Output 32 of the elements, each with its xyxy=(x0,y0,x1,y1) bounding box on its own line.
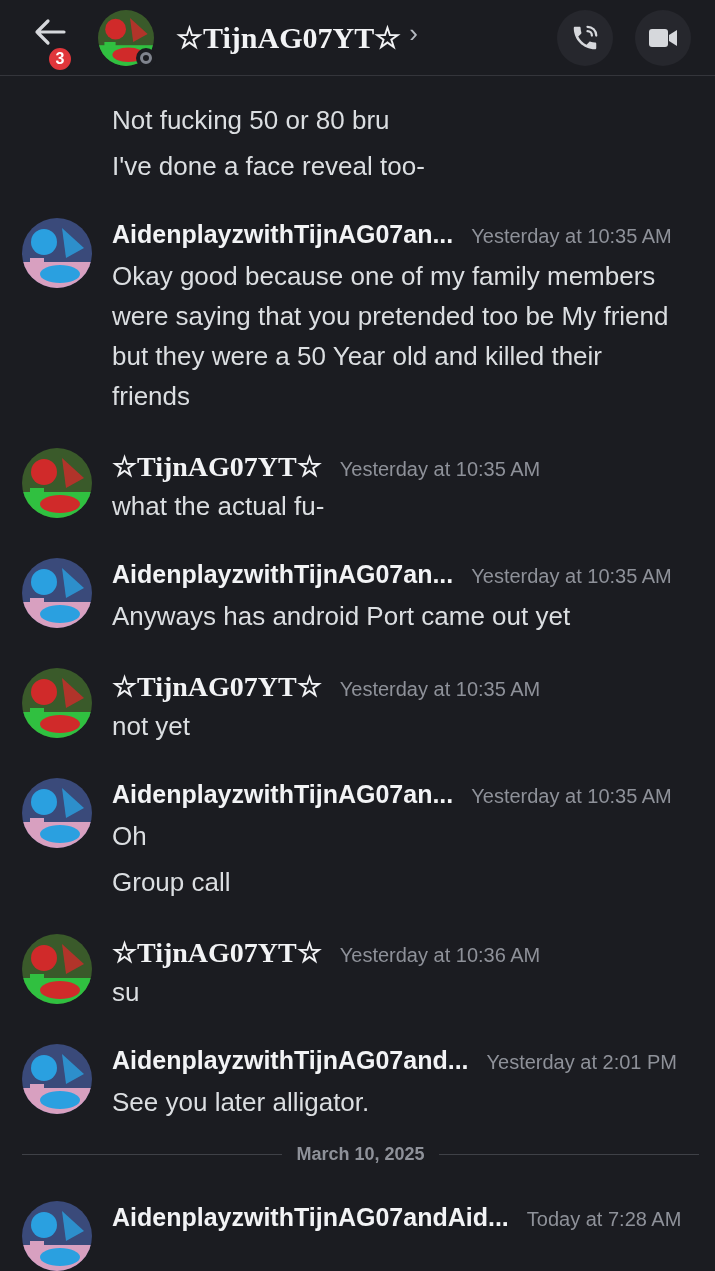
username[interactable]: AidenplayzwithTijnAG07an... xyxy=(112,560,454,589)
timestamp: Yesterday at 10:35 AM xyxy=(471,225,672,248)
date-divider: March 10, 2025 xyxy=(296,1144,425,1165)
message-text: I've done a face reveal too- xyxy=(112,150,426,183)
username[interactable]: AidenplayzwithTijnAG07and... xyxy=(112,1046,469,1075)
message-text: Oh xyxy=(112,820,148,853)
timestamp: Yesterday at 10:35 AM xyxy=(471,565,672,588)
video-camera-icon xyxy=(648,26,678,49)
timestamp: Yesterday at 10:36 AM xyxy=(339,944,541,967)
timestamp: Yesterday at 10:35 AM xyxy=(471,785,672,808)
message-text: su xyxy=(112,976,141,1009)
channel-title[interactable]: ☆TijnAG07YT☆ xyxy=(176,20,402,55)
message-text: See you later alligator. xyxy=(112,1086,371,1119)
username[interactable]: ☆TijnAG07YT☆ xyxy=(112,670,322,703)
timestamp: Yesterday at 10:35 AM xyxy=(339,458,541,481)
unread-badge: 3 xyxy=(47,45,73,72)
username[interactable]: ☆TijnAG07YT☆ xyxy=(112,936,322,969)
timestamp: Yesterday at 10:35 AM xyxy=(339,678,541,701)
message-text: what the actual fu- xyxy=(112,490,326,523)
timestamp: Today at 7:28 AM xyxy=(526,1208,682,1231)
message-text: Group call xyxy=(112,866,232,899)
message-text: Anyways has android Port came out yet xyxy=(112,600,572,633)
message-text: not yet xyxy=(112,710,192,743)
chevron: › xyxy=(409,18,418,49)
message-text: Okay good because one of my family members were saying that you pretended too be My friend but they were a 50 Year old and killed their friends xyxy=(112,260,670,413)
timestamp: Yesterday at 2:01 PM xyxy=(486,1051,678,1074)
username[interactable]: AidenplayzwithTijnAG07an... xyxy=(112,220,454,249)
message-text: Not fucking 50 or 80 bru xyxy=(112,104,391,137)
username[interactable]: ☆TijnAG07YT☆ xyxy=(112,450,322,483)
username[interactable]: AidenplayzwithTijnAG07an... xyxy=(112,780,454,809)
username[interactable]: AidenplayzwithTijnAG07andAid... xyxy=(112,1203,509,1232)
back-arrow-icon xyxy=(33,17,67,46)
